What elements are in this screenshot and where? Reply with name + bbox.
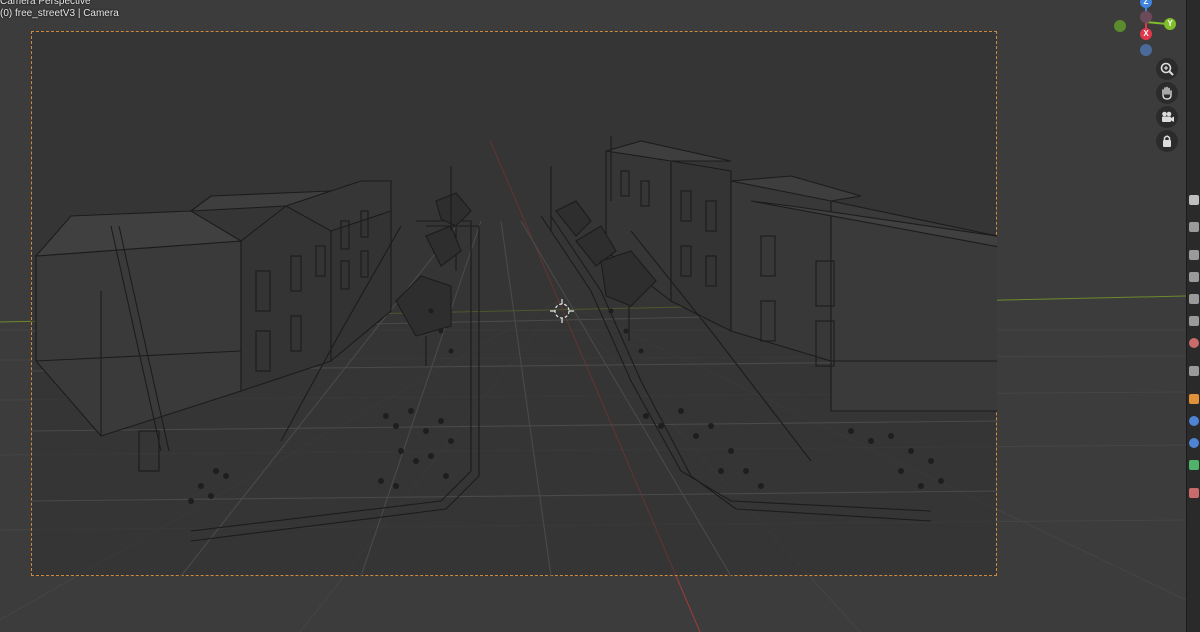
view-mode-label: Camera Perspective bbox=[0, 0, 91, 7]
gizmo-y-negative[interactable] bbox=[1114, 20, 1126, 32]
pan-hand-icon[interactable] bbox=[1156, 82, 1178, 104]
scene-tab-icon[interactable] bbox=[1189, 294, 1199, 304]
physics-tab-icon[interactable] bbox=[1189, 416, 1199, 426]
camera-view-icon[interactable] bbox=[1156, 106, 1178, 128]
gizmo-z-negative[interactable] bbox=[1140, 44, 1152, 56]
output-tab-icon[interactable] bbox=[1189, 250, 1199, 260]
navigation-gizmo[interactable]: Z Y X bbox=[1110, 0, 1180, 60]
modifier-tab-icon[interactable] bbox=[1189, 394, 1199, 404]
world-tab-icon[interactable] bbox=[1189, 316, 1199, 326]
gizmo-y-axis[interactable]: Y bbox=[1164, 18, 1176, 30]
scene-label: (0) free_streetV3 | Camera bbox=[0, 8, 119, 19]
properties-tab-strip bbox=[1186, 0, 1200, 632]
3d-viewport[interactable]: Camera Perspective (0) free_streetV3 | C… bbox=[0, 0, 1186, 632]
right-buildings bbox=[605, 140, 997, 412]
render-tab-icon[interactable] bbox=[1189, 222, 1199, 232]
data-tab-icon[interactable] bbox=[1189, 460, 1199, 470]
zoom-icon[interactable] bbox=[1156, 58, 1178, 80]
collection-tab-icon[interactable] bbox=[1189, 338, 1199, 348]
gizmo-x-negative[interactable] bbox=[1140, 11, 1152, 23]
texture-tab-icon[interactable] bbox=[1189, 488, 1199, 498]
tool-tab-icon[interactable] bbox=[1189, 195, 1199, 205]
gizmo-x-axis[interactable]: X bbox=[1140, 28, 1152, 40]
street-scene-wireframe bbox=[31, 136, 997, 576]
object-tab-icon[interactable] bbox=[1189, 366, 1199, 376]
constraints-tab-icon[interactable] bbox=[1189, 438, 1199, 448]
view-layer-tab-icon[interactable] bbox=[1189, 272, 1199, 282]
lock-icon[interactable] bbox=[1156, 130, 1178, 152]
